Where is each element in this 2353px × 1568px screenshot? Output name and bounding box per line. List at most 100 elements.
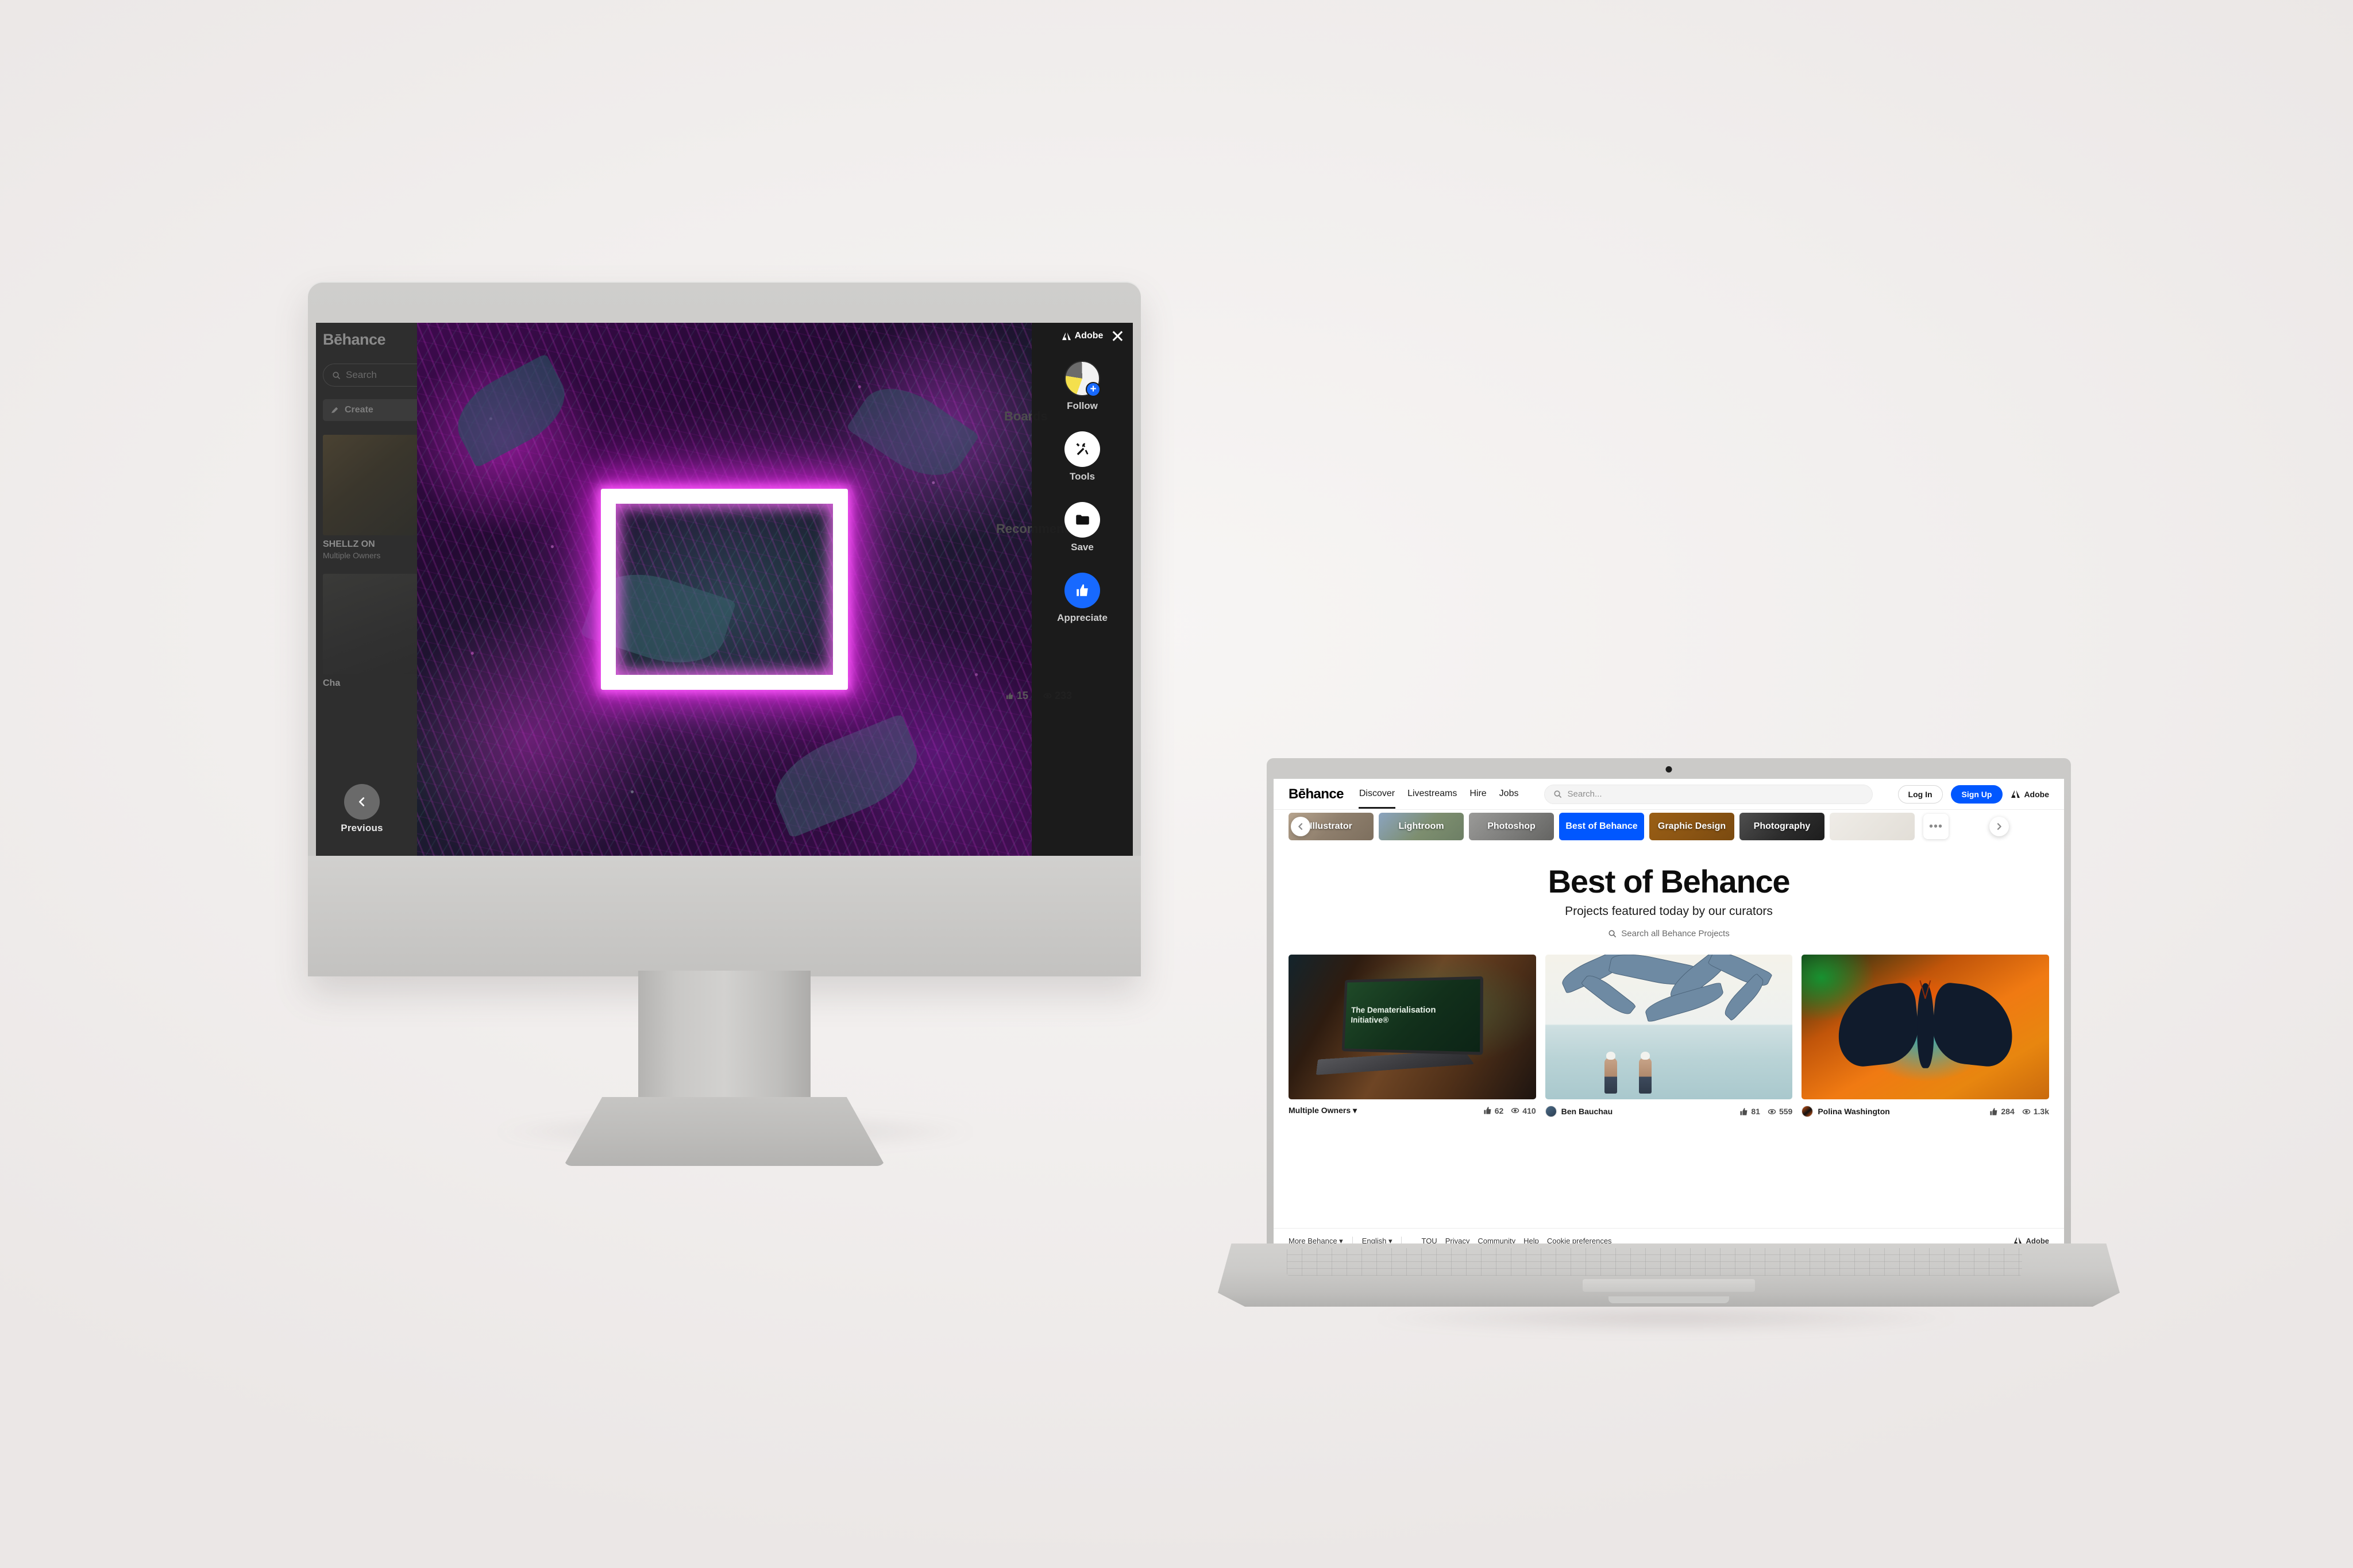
stat-views: 559 [1768, 1107, 1792, 1116]
monitor-behance-logo: Bēhance [323, 331, 386, 348]
pill-photoshop[interactable]: Photoshop [1469, 813, 1554, 840]
chevron-right-icon[interactable] [1989, 817, 2009, 836]
stat-likes: 284 [1989, 1107, 2015, 1116]
adobe-label: Adobe [2024, 789, 2049, 799]
nav-link-discover[interactable]: Discover [1358, 779, 1396, 809]
monitor-project-thumb-1[interactable] [323, 435, 418, 535]
butterfly-antenna [1924, 980, 1931, 999]
project-owner[interactable]: Multiple Owners ▾ [1289, 1106, 1357, 1115]
avatar[interactable] [1802, 1106, 1814, 1117]
thumb-laptop-screen: The Dematerialisation Initiative® [1341, 976, 1483, 1056]
stat-likes: 62 [1483, 1106, 1504, 1115]
thumbs-up-icon [1064, 573, 1100, 608]
adobe-logo: Adobe [1062, 331, 1104, 341]
pill-next-partial[interactable] [1830, 813, 1915, 840]
monitor-search-placeholder: Search [346, 369, 377, 380]
butterfly-wing-right [1928, 981, 2018, 1068]
pill-lightroom[interactable]: Lightroom [1379, 813, 1464, 840]
folder-icon [1064, 502, 1100, 538]
stat-likes: 81 [1739, 1107, 1760, 1116]
signup-button[interactable]: Sign Up [1950, 785, 2003, 804]
project-thumbnail[interactable] [1545, 955, 1793, 1099]
monitor-foot [564, 1097, 885, 1166]
login-button[interactable]: Log In [1897, 785, 1943, 804]
eye-icon [1768, 1109, 1776, 1114]
rail-item-tools[interactable]: Tools [1032, 431, 1133, 482]
views-count: 559 [1779, 1107, 1793, 1116]
project-grid: The Dematerialisation Initiative® Multip… [1274, 951, 2064, 1117]
monitor-project-thumb-2[interactable] [323, 574, 418, 674]
category-pill-row: Illustrator Lightroom Photoshop Best of … [1274, 810, 2064, 843]
hero-search-link[interactable]: Search all Behance Projects [1608, 929, 1730, 939]
pill-graphic-design[interactable]: Graphic Design [1649, 813, 1734, 840]
thumbs-up-icon [1990, 1107, 1997, 1115]
eye-icon [2022, 1109, 2030, 1114]
project-card: The Dematerialisation Initiative® Multip… [1289, 955, 1536, 1117]
monitor-create-button[interactable]: Create [323, 399, 429, 421]
page-title: Best of Behance [1548, 863, 1791, 899]
laptop-trackpad[interactable] [1583, 1279, 1755, 1292]
adobe-logo[interactable]: Adobe [2011, 790, 2049, 799]
laptop-device: Bēhance Discover Livestreams Hire Jobs S… [1218, 758, 2120, 1338]
search-icon [1554, 790, 1562, 798]
monitor-neck [638, 971, 811, 1114]
thumb-figure [1604, 1057, 1618, 1094]
adobe-icon [2011, 790, 2020, 798]
nav-links: Discover Livestreams Hire Jobs [1358, 779, 1519, 809]
art-leaf [763, 713, 930, 839]
search-placeholder-text: Search... [1567, 789, 1602, 799]
nav-right-group: Log In Sign Up Adobe [1897, 785, 2049, 804]
monitor-create-label: Create [345, 405, 373, 415]
pill-more-button[interactable]: ••• [1923, 814, 1949, 839]
monitor-artwork [417, 323, 1032, 856]
project-owner[interactable]: Ben Bauchau [1561, 1107, 1613, 1116]
behance-page: Bēhance Discover Livestreams Hire Jobs S… [1274, 779, 2064, 1253]
likes-count: 284 [2001, 1107, 2015, 1116]
monitor-behance-page: Bēhance Search Create SHELLZ ON Multiple… [316, 323, 1133, 856]
rail-label-save: Save [1071, 542, 1094, 553]
likes-count: 62 [1494, 1106, 1504, 1115]
thumb-shard [1580, 970, 1637, 1020]
project-owner[interactable]: Polina Washington [1818, 1107, 1889, 1116]
laptop-keyboard[interactable] [1287, 1248, 2022, 1276]
monitor-project-title-1: SHELLZ ON [323, 539, 375, 549]
project-thumbnail[interactable]: The Dematerialisation Initiative® [1289, 955, 1536, 1099]
rail-item-appreciate[interactable]: Appreciate [1032, 573, 1133, 624]
hero-section: Best of Behance Projects featured today … [1274, 843, 2064, 951]
adobe-label: Adobe [1074, 331, 1104, 341]
eye-icon [1511, 1107, 1519, 1114]
rail-item-save[interactable]: Save [1032, 502, 1133, 553]
search-icon [333, 371, 341, 379]
nav-link-livestreams[interactable]: Livestreams [1407, 779, 1457, 809]
laptop-base [1218, 1243, 2120, 1307]
project-meta: Polina Washington 284 1.3k [1802, 1099, 2049, 1117]
butterfly-body [1917, 980, 1934, 1069]
monitor-previous-button[interactable]: Previous [327, 784, 396, 834]
search-input[interactable]: Search... [1544, 784, 1873, 804]
thumb-caption: The Dematerialisation Initiative® [1351, 1005, 1436, 1025]
search-icon [1608, 930, 1617, 938]
project-stats: 284 1.3k [1989, 1107, 2049, 1116]
monitor-project-title-2: Cha [323, 678, 341, 688]
monitor-search-input[interactable]: Search [323, 364, 429, 387]
close-icon[interactable]: ✕ [1110, 329, 1125, 346]
monitor-appreciations-count: 15 [1017, 690, 1029, 701]
thumb-figure [1639, 1057, 1652, 1094]
chevron-left-icon[interactable] [1291, 817, 1310, 836]
nav-link-jobs[interactable]: Jobs [1499, 779, 1519, 809]
top-navbar: Bēhance Discover Livestreams Hire Jobs S… [1274, 779, 2064, 810]
project-thumbnail[interactable] [1802, 955, 2049, 1099]
rail-label-appreciate: Appreciate [1057, 612, 1108, 623]
desktop-monitor: Bēhance Search Create SHELLZ ON Multiple… [308, 281, 1141, 1166]
rail-item-follow[interactable]: + Follow [1032, 361, 1133, 412]
rail-label-tools: Tools [1069, 471, 1096, 482]
avatar[interactable] [1545, 1106, 1557, 1117]
monitor-stat-appreciations: 15 [1005, 690, 1028, 702]
thumbs-up-icon [1484, 1106, 1491, 1114]
nav-link-hire[interactable]: Hire [1469, 779, 1487, 809]
views-count: 1.3k [2033, 1107, 2049, 1116]
behance-logo[interactable]: Bēhance [1289, 786, 1344, 802]
pill-photography[interactable]: Photography [1739, 813, 1824, 840]
pill-best-of-behance[interactable]: Best of Behance [1559, 813, 1644, 840]
pen-icon [331, 407, 338, 413]
